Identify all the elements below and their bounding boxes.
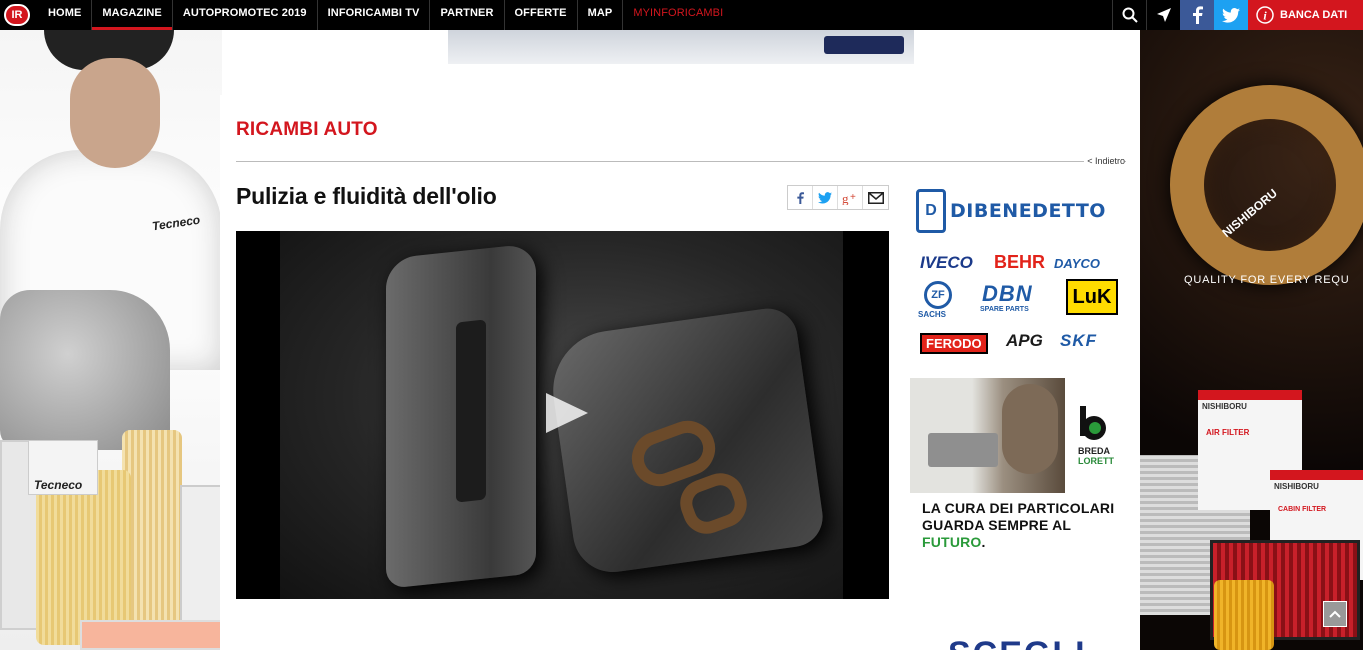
video-player[interactable]: [236, 231, 889, 599]
oil-filter-image: [1214, 580, 1274, 650]
dibenedetto-mark-icon: D: [916, 189, 946, 233]
nav-item-map[interactable]: MAP: [578, 0, 624, 30]
banner-image: [448, 30, 914, 64]
nav-item-inforicambi-tv[interactable]: INFORICAMBI TV: [318, 0, 431, 30]
air-filter-box-brand: NISHIBORU: [1202, 402, 1247, 411]
breda-claim-line1: LA CURA DEI PARTICOLARI: [922, 500, 1115, 516]
brand-sachs: SACHS: [918, 310, 947, 319]
breda-logo-line1: BREDA: [1078, 446, 1111, 456]
section-divider: [236, 161, 1126, 162]
nav-item-myinforicambi[interactable]: MYINFORICAMBI: [623, 0, 733, 30]
mechanic-face: [70, 58, 160, 168]
fuel-filter-image: [36, 470, 131, 645]
article-title: Pulizia e fluidità dell'olio: [236, 183, 497, 209]
brand-skf: SKF: [1060, 331, 1097, 350]
brake-pad-box-image: [80, 620, 222, 650]
air-filter-image: [180, 485, 222, 635]
oil-filter-image: [122, 430, 182, 630]
brand-zf: ZF: [924, 281, 952, 309]
nav-item-offerte[interactable]: OFFERTE: [505, 0, 578, 30]
facebook-icon[interactable]: [1180, 0, 1214, 30]
main-content: RICAMBI AUTO < Indietro Pulizia e fluidi…: [220, 95, 1140, 650]
breda-lorett-ad[interactable]: BREDA LORETT LA CURA DEI PARTICOLARI GUA…: [910, 378, 1122, 553]
google-plus-icon[interactable]: g +: [838, 186, 863, 209]
brand-dbn: DBN: [982, 281, 1033, 306]
nishiboru-tagline: QUALITY FOR EVERY REQU: [1184, 274, 1350, 286]
breda-lorett-logo-icon: [1080, 406, 1106, 440]
dibenedetto-logo: D DIBENEDETTO: [916, 189, 1106, 233]
breda-lorett-name: BREDA LORETT: [1078, 446, 1114, 466]
nav-item-magazine[interactable]: MAGAZINE: [92, 0, 173, 30]
brand-luk: LuK: [1066, 279, 1118, 315]
info-icon: i: [1256, 6, 1274, 24]
left-skin-ad-tecneco[interactable]: Tecneco Tecneco: [0, 30, 222, 650]
dibenedetto-ad[interactable]: D DIBENEDETTO IVECO BEHR DAYCO ZF SACHS …: [916, 183, 1122, 358]
nav-item-partner[interactable]: PARTNER: [430, 0, 505, 30]
breda-claim-line3: FUTURO.: [922, 534, 1114, 551]
play-icon[interactable]: [546, 393, 588, 433]
breda-claim-line2: GUARDA SEMPRE AL: [922, 517, 1072, 533]
svg-text:i: i: [1263, 9, 1267, 23]
air-filter-box-label: AIR FILTER: [1206, 428, 1250, 437]
breda-logo-line2: LORETT: [1078, 456, 1114, 466]
nav-item-home[interactable]: HOME: [38, 0, 93, 30]
facebook-icon[interactable]: [788, 186, 813, 209]
tecneco-box-logo: Tecneco: [34, 478, 83, 492]
twitter-icon[interactable]: [1214, 0, 1248, 30]
breda-claim: LA CURA DEI PARTICOLARI GUARDA SEMPRE AL…: [922, 500, 1114, 551]
cabin-filter-box-label: CABIN FILTER: [1278, 506, 1327, 513]
chevron-up-icon: [1329, 610, 1341, 618]
truck-icon: [824, 36, 904, 54]
brand-apg: APG: [1006, 331, 1043, 350]
banca-dati-label: BANCA DATI: [1280, 9, 1348, 21]
mail-icon[interactable]: [863, 186, 888, 209]
nav-right-tools: i BANCA DATI: [1112, 0, 1363, 30]
search-icon[interactable]: [1112, 0, 1146, 30]
brand-dayco: DAYCO: [1054, 256, 1100, 271]
breda-claim-future: FUTURO: [922, 534, 982, 550]
svg-text:g: g: [842, 191, 849, 205]
brand-ferodo: FERODO: [920, 333, 988, 354]
location-arrow-icon[interactable]: [1146, 0, 1180, 30]
brand-behr: BEHR: [994, 252, 1046, 272]
logo-text: IR: [11, 9, 23, 21]
inforicambi-logo[interactable]: IR: [4, 4, 30, 26]
bottom-teaser-heading: SCEGLI: [948, 635, 1087, 650]
dibenedetto-name: DIBENEDETTO: [950, 200, 1106, 222]
top-banner-ad[interactable]: [222, 30, 1140, 95]
cabin-filter-box-brand: NISHIBORU: [1274, 482, 1319, 491]
brand-dbn-spare-parts: SPARE PARTS: [980, 306, 1029, 313]
brand-iveco: IVECO: [920, 253, 973, 272]
filter-slot: [456, 319, 486, 503]
nav-item-autopromotec[interactable]: AUTOPROMOTEC 2019: [173, 0, 318, 30]
back-link[interactable]: < Indietro: [1084, 156, 1125, 166]
breda-claim-period: .: [981, 534, 986, 550]
engine-part-image: [0, 290, 170, 450]
section-title[interactable]: RICAMBI AUTO: [236, 119, 378, 141]
machine-image: [928, 433, 998, 467]
top-navigation-bar: IR HOME MAGAZINE AUTOPROMOTEC 2019 INFOR…: [0, 0, 1363, 30]
scroll-to-top-button[interactable]: [1323, 601, 1347, 627]
right-skin-ad-nishiboru[interactable]: NISHIBORU QUALITY FOR EVERY REQU NISHIBO…: [1140, 30, 1363, 650]
main-menu: HOME MAGAZINE AUTOPROMOTEC 2019 INFORICA…: [38, 0, 733, 30]
share-bar: g +: [787, 185, 889, 210]
banca-dati-button[interactable]: i BANCA DATI: [1248, 0, 1363, 30]
worker-image: [1002, 384, 1058, 474]
svg-text:+: +: [850, 192, 856, 203]
twitter-icon[interactable]: [813, 186, 838, 209]
